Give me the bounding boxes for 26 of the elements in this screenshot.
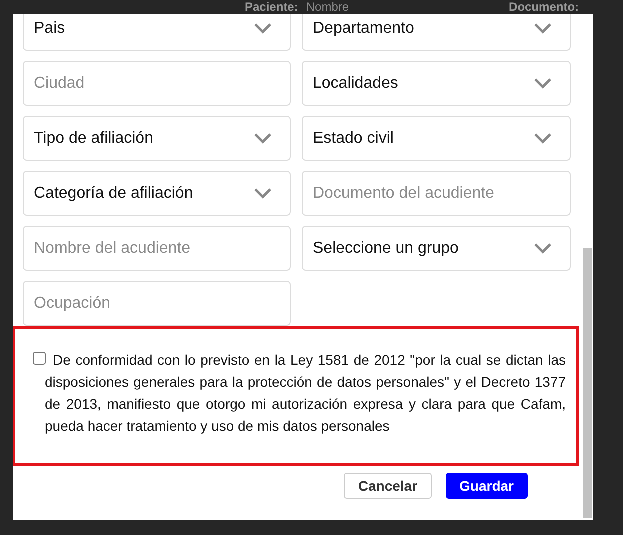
chevron-down-icon [254,188,272,199]
chevron-down-icon [534,23,552,34]
consent-checkbox[interactable] [33,352,46,365]
field-label: Documento: [509,0,580,14]
input-field[interactable]: Ciudad [23,61,291,106]
select-field[interactable]: Departamento [302,14,571,51]
consent-text: De conformidad con lo previsto en la Ley 1581 de 2012 "por la cual se dictan las disposiciones generales para la protección de datos personales" y el Decreto 1377 de 2013, manifiesto que otorgo mi autorización expresa y clara para que Cafam, pueda hacer tratamiento y uso de mis datos personales [45,351,566,436]
field-value: Nombre [306,0,350,14]
chevron-down-icon [254,133,272,144]
input-field[interactable]: Ocupación [23,281,291,326]
select-field[interactable]: Categoría de afiliación [23,171,291,216]
select-field[interactable]: Pais [23,14,291,51]
select-field[interactable]: Localidades [302,61,571,106]
select-field[interactable]: Tipo de afiliación [23,116,291,161]
scrollbar-thumb[interactable] [583,248,592,518]
input-field[interactable]: Nombre del acudiente [23,226,291,271]
chevron-down-icon [534,243,552,254]
chevron-down-icon [534,133,552,144]
chevron-down-icon [534,78,552,89]
select-field[interactable]: Seleccione un grupo [302,226,571,271]
input-field[interactable]: Documento del acudiente [302,171,571,216]
save-button[interactable]: Guardar [446,473,528,499]
cancel-button[interactable]: Cancelar [344,473,432,499]
field-label: Paciente: [245,0,298,14]
chevron-down-icon [254,23,272,34]
select-field[interactable]: Estado civil [302,116,571,161]
